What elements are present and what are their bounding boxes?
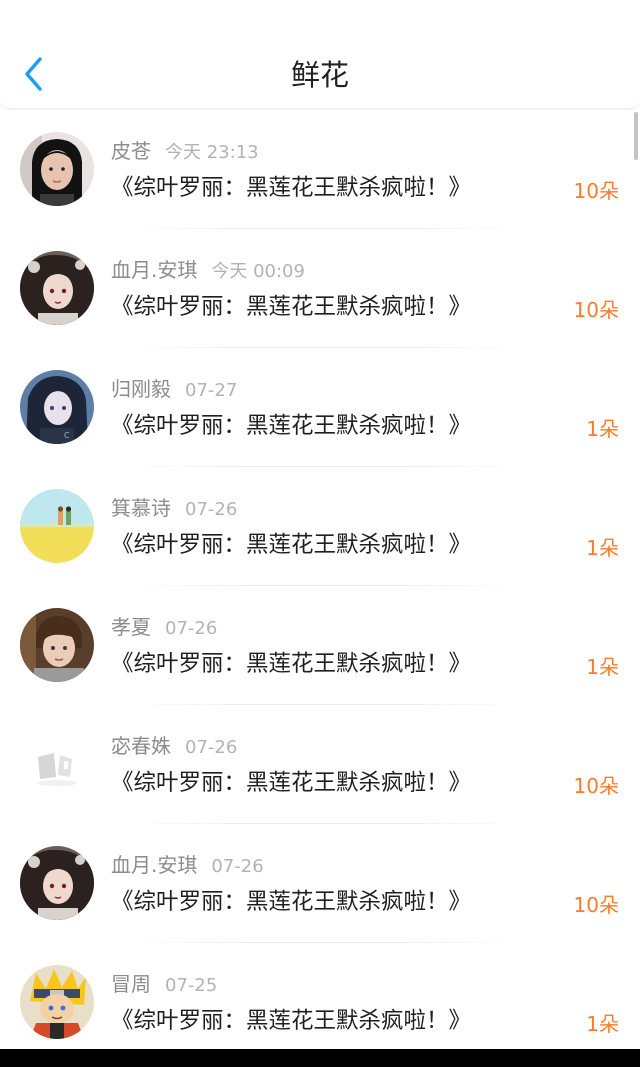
timestamp: 07-26 (185, 499, 238, 520)
avatar[interactable] (20, 846, 94, 920)
timestamp: 今天 23:13 (165, 142, 259, 163)
list-item[interactable]: 箕慕诗 07-26 《综叶罗丽：黑莲花王默杀疯啦！》 1朵 (0, 467, 640, 586)
avatar[interactable] (20, 489, 94, 563)
list-item[interactable]: 皮苍 今天 23:13 《综叶罗丽：黑莲花王默杀疯啦！》 10朵 (0, 110, 640, 229)
book-title[interactable]: 《综叶罗丽：黑莲花王默杀疯啦！》 (111, 1005, 471, 1037)
user-name[interactable]: 血月.安琪 (111, 853, 197, 877)
timestamp: 07-26 (185, 737, 238, 758)
book-title[interactable]: 《综叶罗丽：黑莲花王默杀疯啦！》 (111, 767, 471, 799)
flower-count: 1朵 (586, 655, 619, 679)
user-name[interactable]: 皮苍 (111, 139, 151, 163)
user-name[interactable]: 血月.安琪 (111, 258, 197, 282)
user-name[interactable]: 冒周 (111, 972, 151, 996)
timestamp: 07-26 (211, 856, 264, 877)
book-title[interactable]: 《综叶罗丽：黑莲花王默杀疯啦！》 (111, 886, 471, 918)
list-item[interactable]: 血月.安琪 07-26 《综叶罗丽：黑莲花王默杀疯啦！》 10朵 (0, 824, 640, 943)
flower-count: 1朵 (586, 536, 619, 560)
header-bar: 鲜花 (0, 0, 640, 109)
list-item[interactable]: 冒周 07-25 《综叶罗丽：黑莲花王默杀疯啦！》 1朵 (0, 943, 640, 1062)
book-title[interactable]: 《综叶罗丽：黑莲花王默杀疯啦！》 (111, 648, 471, 680)
book-title[interactable]: 《综叶罗丽：黑莲花王默杀疯啦！》 (111, 410, 471, 442)
meta-line: 箕慕诗 07-26 (111, 495, 237, 521)
avatar[interactable] (20, 727, 94, 801)
timestamp: 07-25 (165, 975, 218, 996)
timestamp: 07-27 (185, 380, 238, 401)
meta-line: 归刚毅 07-27 (111, 376, 237, 402)
meta-line: 皮苍 今天 23:13 (111, 138, 259, 164)
flower-list[interactable]: 皮苍 今天 23:13 《综叶罗丽：黑莲花王默杀疯啦！》 10朵 血月.安琪 今天 … (0, 110, 640, 1062)
system-nav-bar (0, 1049, 640, 1067)
avatar[interactable] (20, 965, 94, 1039)
flower-count: 1朵 (586, 417, 619, 441)
meta-line: 冒周 07-25 (111, 971, 217, 997)
list-item[interactable]: 孝夏 07-26 《综叶罗丽：黑莲花王默杀疯啦！》 1朵 (0, 586, 640, 705)
meta-line: 血月.安琪 今天 00:09 (111, 257, 305, 283)
flower-count: 10朵 (573, 179, 619, 203)
meta-line: 孝夏 07-26 (111, 614, 217, 640)
list-item[interactable]: 血月.安琪 今天 00:09 《综叶罗丽：黑莲花王默杀疯啦！》 10朵 (0, 229, 640, 348)
book-title[interactable]: 《综叶罗丽：黑莲花王默杀疯啦！》 (111, 291, 471, 323)
meta-line: 宓春姝 07-26 (111, 733, 237, 759)
book-title[interactable]: 《综叶罗丽：黑莲花王默杀疯啦！》 (111, 172, 471, 204)
flower-count: 10朵 (573, 774, 619, 798)
user-name[interactable]: 孝夏 (111, 615, 151, 639)
user-name[interactable]: 宓春姝 (111, 734, 171, 758)
flower-count: 10朵 (573, 298, 619, 322)
book-title[interactable]: 《综叶罗丽：黑莲花王默杀疯啦！》 (111, 529, 471, 561)
user-name[interactable]: 归刚毅 (111, 377, 171, 401)
avatar[interactable] (20, 251, 94, 325)
timestamp: 07-26 (165, 618, 218, 639)
avatar[interactable] (20, 608, 94, 682)
avatar[interactable]: C (20, 370, 94, 444)
flower-count: 1朵 (586, 1012, 619, 1036)
page-title: 鲜花 (290, 58, 349, 92)
user-name[interactable]: 箕慕诗 (111, 496, 171, 520)
list-item[interactable]: C 归刚毅 07-27 《综叶罗丽：黑莲花王默杀疯啦！》 1朵 (0, 348, 640, 467)
svg-text:C: C (64, 431, 70, 440)
meta-line: 血月.安琪 07-26 (111, 852, 264, 878)
list-item[interactable]: 宓春姝 07-26 《综叶罗丽：黑莲花王默杀疯啦！》 10朵 (0, 705, 640, 824)
scrollbar[interactable] (634, 112, 638, 160)
flower-count: 10朵 (573, 893, 619, 917)
timestamp: 今天 00:09 (211, 261, 305, 282)
avatar[interactable] (20, 132, 94, 206)
